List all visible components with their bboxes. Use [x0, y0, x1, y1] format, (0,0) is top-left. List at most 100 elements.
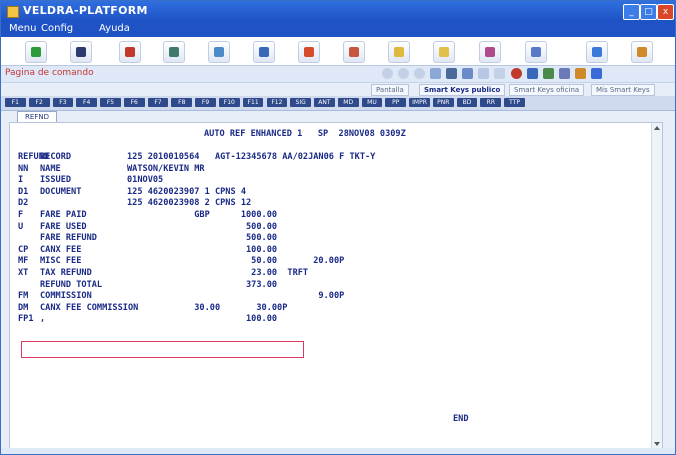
- fkey-button[interactable]: SIG: [290, 98, 312, 107]
- terminal-row-c2: MISC FEE: [40, 256, 82, 267]
- menu-item-help[interactable]: Ayuda: [99, 23, 130, 34]
- terminal-row-c1: XT: [18, 268, 29, 278]
- menu-bar: Menu Config Ayuda: [1, 21, 675, 37]
- tools-icon[interactable]: [559, 68, 570, 79]
- fkey-button[interactable]: RR: [480, 98, 502, 107]
- terminal-row-c2: RECORD: [40, 152, 72, 162]
- terminal-row-c2: CANX FEE COMMISSION: [40, 302, 139, 313]
- fkey-button[interactable]: F1: [5, 98, 26, 107]
- fkey-button[interactable]: F9: [195, 98, 216, 107]
- help-icon[interactable]: [388, 41, 410, 63]
- tab-pantalla[interactable]: Pantalla: [371, 84, 409, 96]
- dot-icon[interactable]: [382, 68, 393, 79]
- terminal-row-c2: TAX REFUND: [40, 268, 92, 278]
- terminal-row-c1: FM: [18, 291, 29, 302]
- title-bar: VELDRA-PLATFORM _ □ x: [1, 1, 675, 21]
- blank-icon[interactable]: [494, 68, 505, 79]
- stop-icon[interactable]: [511, 68, 522, 79]
- terminal-row-c3: 100.00: [127, 244, 278, 255]
- vertical-scrollbar[interactable]: [651, 123, 662, 449]
- cancel-icon[interactable]: [70, 41, 92, 63]
- close-button[interactable]: x: [657, 4, 674, 20]
- share-icon[interactable]: [591, 68, 602, 79]
- person-add-icon[interactable]: [343, 41, 365, 63]
- paste-icon[interactable]: [478, 68, 489, 79]
- fkey-button[interactable]: ANT: [314, 98, 335, 107]
- terminal-row-c2: DOCUMENT: [40, 186, 82, 197]
- terminal-row-c2: FARE PAID: [40, 210, 87, 220]
- icon-toolbar: [1, 37, 675, 66]
- minimize-button[interactable]: _: [623, 4, 640, 20]
- terminal-screen[interactable]: AUTO REF ENHANCED 1 SP 28NOV08 0309Z REF…: [9, 122, 663, 450]
- user-icon[interactable]: [525, 41, 547, 63]
- terminal-row-c1: DM: [18, 302, 29, 313]
- terminal-row-c1: D1: [18, 186, 29, 197]
- euro-icon[interactable]: [119, 41, 141, 63]
- end-marker: END: [453, 414, 469, 424]
- smart-keys-tabs: Pantalla Smart Keys publico Smart Keys o…: [1, 83, 675, 96]
- scroll-down-icon[interactable]: [654, 442, 660, 446]
- terminal-row-c1: F: [18, 210, 24, 220]
- fkey-button[interactable]: F4: [76, 98, 98, 107]
- fkey-button[interactable]: F2: [28, 98, 50, 107]
- fkey-button[interactable]: MU: [361, 98, 383, 107]
- info-icon[interactable]: [433, 41, 455, 63]
- window-icon[interactable]: [527, 68, 538, 79]
- terminal-header: AUTO REF ENHANCED 1 SP 28NOV08 0309Z: [204, 129, 406, 139]
- tab-smart-keys-office[interactable]: Smart Keys oficina: [509, 84, 585, 96]
- airplane-icon[interactable]: [208, 41, 230, 63]
- fkey-button[interactable]: F6: [123, 98, 145, 107]
- pencil-icon[interactable]: [446, 68, 457, 79]
- terminal-row-c3: 500.00: [127, 221, 278, 232]
- menu-item-config[interactable]: Config: [41, 23, 73, 34]
- person-icon[interactable]: [298, 41, 320, 63]
- terminal-row-c2: REFUND TOTAL: [40, 279, 103, 290]
- fkey-button[interactable]: IMPR: [409, 98, 430, 107]
- app-icon: [7, 6, 19, 18]
- window-title: VELDRA-PLATFORM: [23, 4, 148, 17]
- terminal-row-c1: CP: [18, 244, 29, 255]
- terminal-row-c3: 30.00 30.00P: [127, 302, 288, 313]
- copy-icon[interactable]: [462, 68, 473, 79]
- dot-icon[interactable]: [414, 68, 425, 79]
- terminal-row-c3: WATSON/KEVIN MR: [127, 163, 205, 174]
- terminal-row-c2: FARE USED: [40, 221, 87, 232]
- fkey-button[interactable]: PNR: [432, 98, 454, 107]
- terminal-row-c1: U: [18, 221, 24, 232]
- terminal-row-c1: D2: [18, 198, 29, 209]
- app-window: VELDRA-PLATFORM _ □ x Menu Config Ayuda …: [0, 0, 676, 455]
- terminal-row-c2: FARE REFUND: [40, 233, 97, 244]
- terminal-row-c3: 9.00P: [127, 291, 345, 302]
- terminal-row-c2: ,: [40, 314, 46, 325]
- fkey-button[interactable]: F10: [218, 98, 240, 107]
- bell-icon[interactable]: [631, 41, 653, 63]
- fkey-button[interactable]: F8: [171, 98, 193, 107]
- refresh-icon[interactable]: [25, 41, 47, 63]
- lock-icon[interactable]: [575, 68, 586, 79]
- fkey-button[interactable]: TTP: [504, 98, 525, 107]
- terminal-row-c2: ISSUED: [40, 175, 72, 186]
- dot-icon[interactable]: [398, 68, 409, 79]
- maximize-button[interactable]: □: [640, 4, 657, 20]
- globe-icon[interactable]: [586, 41, 608, 63]
- terminal-row-c1: NN: [18, 163, 29, 174]
- settings-icon[interactable]: [479, 41, 501, 63]
- menu-item-menu[interactable]: Menu: [9, 23, 36, 34]
- edit-icon[interactable]: [430, 68, 441, 79]
- fkey-button[interactable]: BD: [456, 98, 478, 107]
- scroll-up-icon[interactable]: [654, 126, 660, 130]
- printer-icon[interactable]: [163, 41, 185, 63]
- fkey-button[interactable]: F11: [242, 98, 264, 107]
- tab-my-smart-keys[interactable]: Mis Smart Keys: [591, 84, 655, 96]
- fkey-button[interactable]: PP: [385, 98, 407, 107]
- tab-smart-keys-public[interactable]: Smart Keys publico: [419, 84, 506, 96]
- fkey-button[interactable]: F12: [266, 98, 288, 107]
- terminal-row-c2: NAME: [40, 163, 61, 174]
- layout-icon[interactable]: [543, 68, 554, 79]
- terminal-row-c3: 500.00: [127, 233, 278, 244]
- car-icon[interactable]: [253, 41, 275, 63]
- fkey-button[interactable]: MD: [337, 98, 359, 107]
- fkey-button[interactable]: F3: [52, 98, 74, 107]
- fkey-button[interactable]: F7: [147, 98, 169, 107]
- fkey-button[interactable]: F5: [100, 98, 121, 107]
